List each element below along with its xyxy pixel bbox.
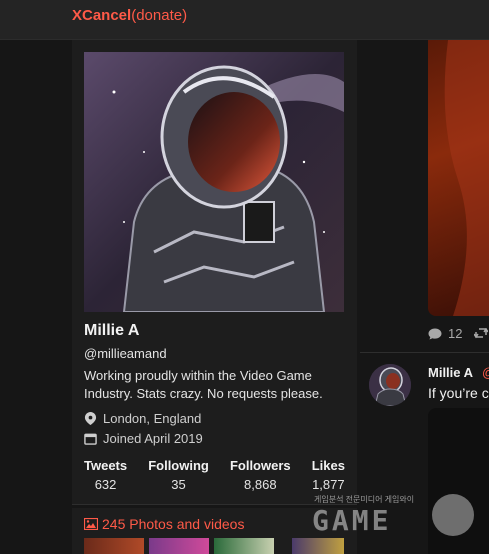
watermark-logo-icon [432, 494, 474, 536]
media-thumbnail[interactable] [84, 538, 144, 554]
map-pin-icon [84, 412, 97, 425]
profile-handle[interactable]: @millieamand [84, 346, 167, 361]
stat-value: 8,868 [244, 477, 277, 492]
stat-label: Likes [311, 458, 345, 473]
tweet-actions: 12 [428, 326, 489, 341]
stat-following[interactable]: Following 35 [148, 458, 209, 492]
profile-bio: Working proudly within the Video Game In… [84, 368, 323, 401]
tweet-author-handle[interactable]: @ [482, 365, 489, 380]
tweet-author-name[interactable]: Millie A [428, 365, 473, 380]
tweet-text: If you’re c [428, 385, 489, 401]
tweet-divider [360, 352, 489, 353]
media-thumbnail[interactable] [149, 538, 209, 554]
site-logo-link[interactable]: XCancel(donate) [72, 7, 187, 24]
watermark-logo-text: GAME [312, 504, 392, 537]
photos-videos-link[interactable]: 245 Photos and videos [84, 516, 244, 532]
location-text: London, England [103, 411, 202, 426]
comment-icon[interactable] [428, 328, 442, 340]
astronaut-avatar-icon[interactable] [84, 52, 344, 312]
stat-label: Followers [229, 458, 291, 473]
reply-count: 12 [448, 326, 463, 341]
image-icon [84, 518, 98, 530]
joined-text: Joined April 2019 [103, 431, 203, 446]
calendar-icon [84, 433, 97, 445]
stat-value: 632 [94, 477, 117, 492]
photos-videos-label[interactable]: 245 Photos and videos [102, 516, 244, 532]
watermark: 게임분석 전문미디어 게임와이 GAME [312, 494, 489, 554]
stat-label: Tweets [84, 458, 128, 473]
profile-card: Millie A @millieamand Working proudly wi… [72, 40, 357, 505]
brand-name[interactable]: XCancel [72, 7, 131, 24]
profile-display-name[interactable]: Millie A [84, 322, 139, 340]
profile-stats: Tweets 632 Following 35 Followers 8,868 … [72, 458, 357, 492]
tweet-avatar[interactable] [369, 364, 411, 406]
stat-label: Following [148, 458, 209, 473]
media-thumbnail[interactable] [214, 538, 274, 554]
stat-value: 1,877 [312, 477, 345, 492]
donate-link[interactable]: (donate) [131, 7, 187, 24]
tweet-image[interactable] [428, 40, 489, 316]
stat-followers[interactable]: Followers 8,868 [230, 458, 291, 492]
stat-tweets[interactable]: Tweets 632 [84, 458, 127, 492]
top-navigation-bar: XCancel(donate) [0, 0, 489, 40]
stat-value: 35 [171, 477, 186, 492]
profile-joined: Joined April 2019 [84, 431, 203, 446]
retweet-icon[interactable] [474, 327, 489, 340]
profile-location: London, England [84, 411, 201, 426]
stat-likes[interactable]: Likes 1,877 [312, 458, 345, 492]
